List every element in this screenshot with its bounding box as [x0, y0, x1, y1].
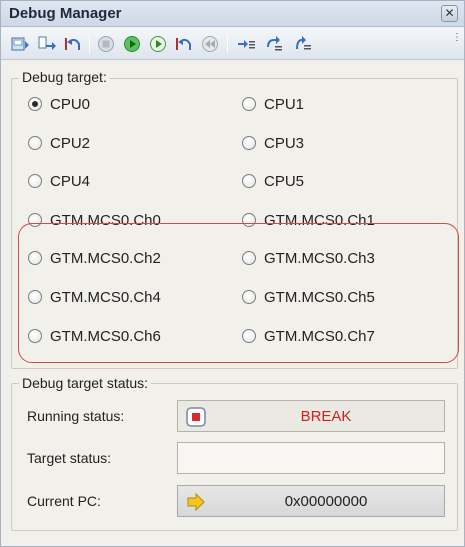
radio-cpu2[interactable]: CPU2 — [28, 133, 90, 153]
arrow-right-icon — [186, 492, 206, 512]
radio-gtm-mcs0-ch2[interactable]: GTM.MCS0.Ch2 — [28, 248, 161, 268]
target-status-label: Target status: — [27, 450, 112, 466]
radio-circle-icon[interactable] — [28, 251, 42, 265]
radio-label: CPU1 — [264, 95, 305, 113]
return-out-icon[interactable] — [291, 34, 313, 54]
step-back-icon[interactable] — [62, 34, 84, 54]
radio-circle-icon[interactable] — [242, 290, 256, 304]
next-icon[interactable] — [235, 34, 257, 54]
radio-circle-icon[interactable] — [242, 97, 256, 111]
radio-circle-icon[interactable] — [28, 290, 42, 304]
radio-label: GTM.MCS0.Ch7 — [264, 327, 375, 345]
radio-circle-icon[interactable] — [242, 213, 256, 227]
radio-label: CPU0 — [50, 95, 91, 113]
radio-circle-icon[interactable] — [28, 97, 42, 111]
running-status-label: Running status: — [27, 408, 125, 424]
radio-label: CPU2 — [50, 134, 91, 152]
toolbar-overflow-icon[interactable]: ⋮ — [452, 33, 462, 54]
run-icon[interactable] — [147, 34, 169, 54]
radio-cpu1[interactable]: CPU1 — [242, 94, 304, 114]
radio-gtm-mcs0-ch5[interactable]: GTM.MCS0.Ch5 — [242, 287, 375, 307]
title-bar: Debug Manager ✕ — [1, 1, 464, 27]
break-stop-icon — [186, 407, 206, 427]
return-icon[interactable] — [173, 34, 195, 54]
radio-label: GTM.MCS0.Ch1 — [264, 211, 375, 229]
radio-circle-icon[interactable] — [28, 329, 42, 343]
current-pc-label: Current PC: — [27, 493, 101, 509]
rewind-icon[interactable] — [199, 34, 221, 54]
current-pc-field[interactable]: 0x00000000 — [177, 485, 445, 517]
stop-icon[interactable] — [95, 34, 117, 54]
toolbar: ⋮ — [1, 28, 464, 60]
radio-circle-icon[interactable] — [242, 329, 256, 343]
radio-cpu3[interactable]: CPU3 — [242, 133, 304, 153]
radio-label: GTM.MCS0.Ch0 — [50, 211, 161, 229]
target-status-heading: Debug target status: — [19, 375, 152, 391]
radio-label: GTM.MCS0.Ch3 — [264, 249, 375, 267]
radio-label: CPU5 — [264, 172, 305, 190]
radio-cpu4[interactable]: CPU4 — [28, 171, 90, 191]
window-title: Debug Manager — [9, 5, 122, 22]
radio-gtm-mcs0-ch1[interactable]: GTM.MCS0.Ch1 — [242, 210, 375, 230]
radio-gtm-mcs0-ch6[interactable]: GTM.MCS0.Ch6 — [28, 326, 161, 346]
step-into-icon[interactable] — [36, 34, 58, 54]
radio-label: GTM.MCS0.Ch2 — [50, 249, 161, 267]
close-button[interactable]: ✕ — [441, 5, 458, 22]
current-pc-value: 0x00000000 — [284, 493, 368, 510]
radio-label: GTM.MCS0.Ch5 — [264, 288, 375, 306]
radio-label: GTM.MCS0.Ch6 — [50, 327, 161, 345]
debug-target-label: Debug target: — [19, 69, 110, 85]
radio-circle-icon[interactable] — [28, 213, 42, 227]
radio-circle-icon[interactable] — [242, 251, 256, 265]
radio-gtm-mcs0-ch4[interactable]: GTM.MCS0.Ch4 — [28, 287, 161, 307]
radio-circle-icon[interactable] — [28, 136, 42, 150]
radio-label: GTM.MCS0.Ch4 — [50, 288, 161, 306]
radio-label: CPU4 — [50, 172, 91, 190]
download-icon[interactable] — [10, 34, 32, 54]
debug-manager-window: Debug Manager ✕ ⋮ Debug target: CPU0 CPU… — [0, 0, 465, 547]
radio-circle-icon[interactable] — [242, 174, 256, 188]
radio-gtm-mcs0-ch0[interactable]: GTM.MCS0.Ch0 — [28, 210, 161, 230]
radio-gtm-mcs0-ch3[interactable]: GTM.MCS0.Ch3 — [242, 248, 375, 268]
radio-cpu0[interactable]: CPU0 — [28, 94, 90, 114]
radio-circle-icon[interactable] — [242, 136, 256, 150]
target-status-field — [177, 442, 445, 474]
radio-gtm-mcs0-ch7[interactable]: GTM.MCS0.Ch7 — [242, 326, 375, 346]
radio-label: CPU3 — [264, 134, 305, 152]
radio-cpu5[interactable]: CPU5 — [242, 171, 304, 191]
running-status-field: BREAK — [177, 400, 445, 432]
radio-circle-icon[interactable] — [28, 174, 42, 188]
go-icon[interactable] — [121, 34, 143, 54]
step-over-icon[interactable] — [263, 34, 285, 54]
running-status-value: BREAK — [300, 408, 352, 425]
